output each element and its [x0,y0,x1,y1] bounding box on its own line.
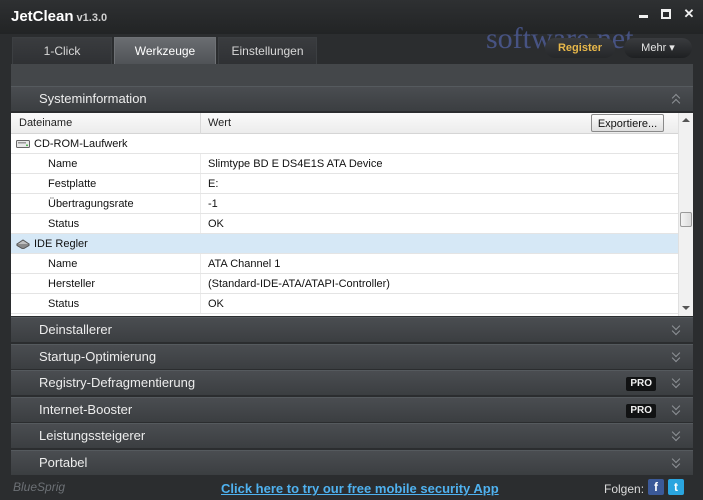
row-name: Name [48,158,78,170]
row-name: Name [48,258,78,270]
vertical-scrollbar[interactable] [678,113,693,316]
row-value: E: [208,178,219,190]
section-title: Registry-Defragmentierung [39,375,196,390]
app-version: v1.3.0 [76,12,108,24]
section-internet-booster[interactable]: Internet-Booster PRO [11,397,693,422]
table-row[interactable]: Name Slimtype BD E DS4E1S ATA Device [11,154,678,174]
expand-icon[interactable] [671,429,681,443]
collapse-icon[interactable] [671,92,681,106]
table-row[interactable]: Name ATA Channel 1 [11,254,678,274]
register-button[interactable]: Register [545,38,615,58]
close-icon[interactable]: ✕ [682,7,696,21]
expand-icon[interactable] [671,403,681,417]
tab-einstellungen[interactable]: Einstellungen [218,37,317,64]
expand-icon[interactable] [671,350,681,364]
bluesprig-logo: BlueSprig [13,480,66,494]
row-name: Status [48,298,80,310]
table-row[interactable]: Status OK [11,214,678,234]
info-table-header: Dateiname Wert Exportiere... [11,113,678,134]
footer: BlueSprig Click here to try our free mob… [0,475,703,500]
tab-werkzeuge[interactable]: Werkzeuge [114,37,216,64]
row-value: ATA Channel 1 [208,258,281,270]
toolbar-strip [11,64,693,86]
section-portabel[interactable]: Portabel [11,450,693,475]
row-value: Slimtype BD E DS4E1S ATA Device [208,158,383,170]
maximize-icon[interactable] [659,7,673,21]
row-value: OK [208,298,224,310]
column-header-name[interactable]: Dateiname [19,117,72,129]
section-title: Systeminformation [39,91,147,106]
pro-badge: PRO [626,404,656,418]
section-systeminformation[interactable]: Systeminformation [11,86,693,111]
table-row[interactable]: Status OK [11,294,678,314]
info-rows: CD-ROM-Laufwerk Name Slimtype BD E DS4E1… [11,134,678,314]
minimize-icon[interactable] [636,7,650,21]
scroll-up-arrow-icon[interactable] [682,118,690,122]
expand-icon[interactable] [671,323,681,337]
app-title: JetClean v1.3.0 [11,8,107,25]
section-registry-defragmentierung[interactable]: Registry-Defragmentierung PRO [11,370,693,395]
section-title: Startup-Optimierung [39,349,157,364]
section-title: Deinstallerer [39,322,112,337]
facebook-icon[interactable]: f [648,479,664,495]
row-value: OK [208,218,224,230]
system-info-panel: Dateiname Wert Exportiere... CD-ROM-Lauf… [11,113,693,316]
group-label: CD-ROM-Laufwerk [34,138,128,150]
column-header-value[interactable]: Wert [208,117,231,129]
section-startup-optimierung[interactable]: Startup-Optimierung [11,344,693,369]
section-title: Internet-Booster [39,402,133,417]
expand-icon[interactable] [671,376,681,390]
group-row-ide-regler[interactable]: IDE Regler [11,234,678,254]
more-button[interactable]: Mehr ▾ [624,38,692,58]
app-name: JetClean [11,8,74,25]
scroll-thumb[interactable] [680,212,692,227]
export-button[interactable]: Exportiere... [591,114,664,132]
table-row[interactable]: Übertragungsrate -1 [11,194,678,214]
mobile-app-link[interactable]: Click here to try our free mobile securi… [221,481,499,496]
section-deinstallerer[interactable]: Deinstallerer [11,317,693,342]
row-value: -1 [208,198,218,210]
column-divider[interactable] [200,113,201,134]
section-title: Leistungssteigerer [39,428,146,443]
row-value: (Standard-IDE-ATA/ATAPI-Controller) [208,278,390,290]
pro-badge: PRO [626,377,656,391]
row-name: Übertragungsrate [48,198,134,210]
table-row[interactable]: Hersteller (Standard-IDE-ATA/ATAPI-Contr… [11,274,678,294]
row-name: Hersteller [48,278,96,290]
twitter-icon[interactable]: t [668,479,684,495]
section-leistungssteigerer[interactable]: Leistungssteigerer [11,423,693,448]
cdrom-drive-icon [16,140,30,148]
section-title: Portabel [39,455,88,470]
follow-label: Folgen: [604,482,645,496]
row-name: Festplatte [48,178,97,190]
tab-1-click[interactable]: 1-Click [12,37,112,64]
group-label: IDE Regler [34,238,88,250]
table-row[interactable]: Festplatte E: [11,174,678,194]
scroll-down-arrow-icon[interactable] [682,306,690,310]
group-row-cdrom[interactable]: CD-ROM-Laufwerk [11,134,678,154]
row-name: Status [48,218,80,230]
ide-controller-icon [16,239,30,249]
expand-icon[interactable] [671,456,681,470]
